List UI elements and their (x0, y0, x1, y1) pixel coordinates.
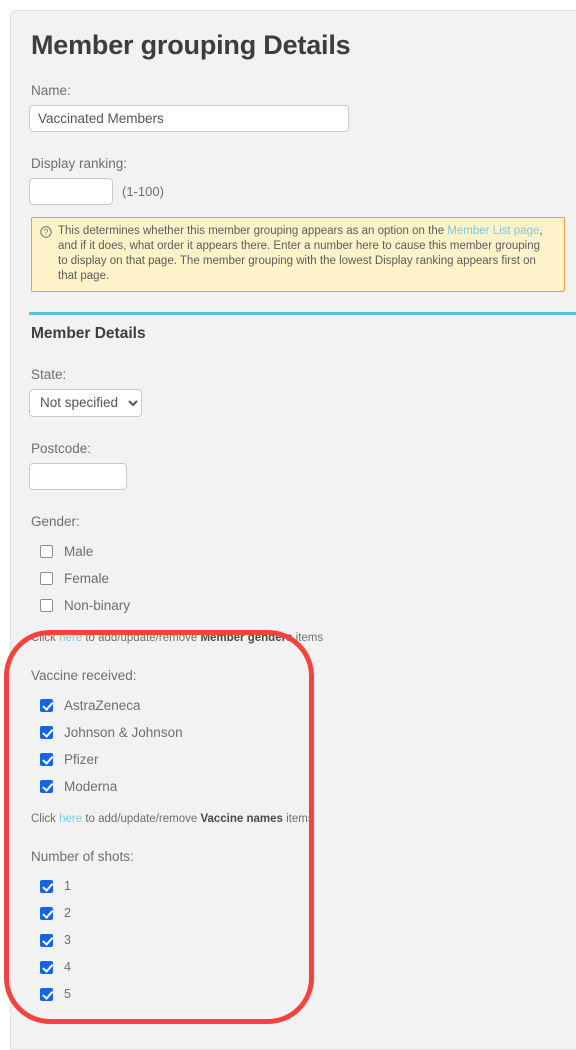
display-ranking-info-box: ? This determines whether this member gr… (31, 216, 565, 292)
shots-label-5: 5 (64, 987, 71, 1002)
vaccine-label-moderna: Moderna (64, 778, 118, 794)
page-title: Member grouping Details (31, 30, 351, 60)
vaccine-checkbox-pfizer[interactable] (40, 752, 53, 766)
question-circle-icon: ? (40, 225, 52, 243)
shots-checkbox-list: 1 2 3 4 5 (31, 873, 576, 1008)
display-ranking-row: (1-100) (29, 177, 576, 205)
gender-label-female: Female (64, 570, 110, 586)
name-label: Name: (31, 82, 71, 98)
gender-checkbox-male[interactable] (40, 544, 53, 558)
gender-checkbox-row-female[interactable]: Female (31, 565, 576, 592)
gender-label-male: Male (64, 543, 94, 559)
shots-label-3: 3 (64, 933, 71, 948)
vaccine-label-astrazeneca: AstraZeneca (64, 697, 141, 713)
member-list-page-link[interactable]: Member List page (447, 225, 539, 237)
vaccine-label-pfizer: Pfizer (64, 751, 99, 767)
shots-checkbox-row-1[interactable]: 1 (31, 873, 576, 900)
gender-manage-pre: Click (31, 631, 60, 644)
info-line1-pre: This determines whether this member grou… (58, 224, 448, 237)
info-line3: to display on that page. The member grou… (58, 254, 536, 282)
postcode-input[interactable] (29, 462, 127, 490)
gender-manage-mid: to add/update/remove (82, 631, 201, 644)
vaccine-checkbox-row-pfizer[interactable]: Pfizer (31, 746, 576, 773)
shots-checkbox-row-3[interactable]: 3 (31, 927, 576, 954)
gender-manage-post: items (292, 631, 324, 644)
member-details-section-title: Member Details (31, 324, 146, 342)
vaccine-checkbox-row-moderna[interactable]: Moderna (31, 773, 576, 800)
display-ranking-label: Display ranking: (31, 155, 128, 171)
screenshot-root: Member grouping Details Name: Display ra… (0, 0, 576, 1050)
gender-checkbox-row-non-binary[interactable]: Non-binary (31, 592, 576, 619)
shots-checkbox-4[interactable] (40, 960, 53, 974)
gender-checkbox-female[interactable] (40, 571, 53, 585)
shots-checkbox-row-5[interactable]: 5 (31, 981, 576, 1008)
shots-label-4: 4 (64, 960, 71, 975)
vaccine-checkbox-moderna[interactable] (40, 779, 53, 793)
vaccine-manage-post: items (282, 812, 314, 825)
vaccine-checkbox-johnson-and-johnson[interactable] (40, 725, 53, 739)
section-divider (29, 311, 576, 315)
shots-label-2: 2 (64, 906, 71, 921)
svg-text:?: ? (44, 228, 49, 237)
vaccine-manage-mid: to add/update/remove (82, 812, 201, 825)
shots-field-group: Number of shots: 1 2 3 4 5 (29, 849, 576, 1008)
display-ranking-field-group: Display ranking: (1-100) (29, 156, 576, 205)
state-field-group: State: Not specified (29, 367, 576, 417)
name-field-group: Name: (29, 83, 576, 132)
vaccine-label: Vaccine received: (31, 667, 137, 683)
gender-label: Gender: (31, 513, 80, 529)
vaccine-manage-line: Click here to add/update/remove Vaccine … (31, 813, 576, 825)
gender-checkbox-non-binary[interactable] (40, 598, 53, 612)
info-box-text: This determines whether this member grou… (58, 224, 556, 284)
info-line2: and if it does, what order it appears th… (58, 239, 540, 252)
shots-checkbox-3[interactable] (40, 933, 53, 947)
member-grouping-details-card: Member grouping Details Name: Display ra… (10, 10, 576, 1050)
postcode-label: Postcode: (31, 440, 92, 456)
shots-checkbox-2[interactable] (40, 906, 53, 920)
vaccine-checkbox-astrazeneca[interactable] (40, 698, 53, 712)
gender-field-group: Gender: Male Female Non-binary Click her… (29, 514, 576, 644)
display-ranking-hint: (1-100) (122, 183, 164, 199)
vaccine-checkbox-row-johnson-and-johnson[interactable]: Johnson & Johnson (31, 719, 576, 746)
vaccine-manage-here-link[interactable]: here (59, 813, 82, 825)
shots-checkbox-row-4[interactable]: 4 (31, 954, 576, 981)
gender-label-non-binary: Non-binary (64, 597, 131, 613)
gender-manage-here-link[interactable]: here (59, 632, 82, 644)
gender-manage-line: Click here to add/update/remove Member g… (31, 632, 576, 644)
vaccine-manage-bold: Vaccine names (200, 812, 283, 825)
vaccine-manage-pre: Click (31, 812, 60, 825)
vaccine-checkbox-row-astrazeneca[interactable]: AstraZeneca (31, 692, 576, 719)
vaccine-field-group: Vaccine received: AstraZeneca Johnson & … (29, 668, 576, 825)
gender-checkbox-list: Male Female Non-binary (31, 538, 576, 619)
postcode-field-group: Postcode: (29, 441, 576, 490)
state-select[interactable]: Not specified (29, 388, 142, 417)
name-input[interactable] (29, 104, 349, 132)
vaccine-label-johnson-and-johnson: Johnson & Johnson (64, 724, 183, 740)
shots-label-1: 1 (64, 879, 71, 894)
shots-label: Number of shots: (31, 848, 134, 864)
shots-checkbox-1[interactable] (40, 879, 53, 893)
display-ranking-input[interactable] (29, 177, 113, 205)
shots-checkbox-5[interactable] (40, 987, 53, 1001)
info-line1-post: , (539, 224, 543, 237)
vaccine-checkbox-list: AstraZeneca Johnson & Johnson Pfizer Mod… (31, 692, 576, 800)
gender-manage-bold: Member genders (200, 631, 293, 644)
shots-checkbox-row-2[interactable]: 2 (31, 900, 576, 927)
gender-checkbox-row-male[interactable]: Male (31, 538, 576, 565)
state-label: State: (31, 366, 67, 382)
